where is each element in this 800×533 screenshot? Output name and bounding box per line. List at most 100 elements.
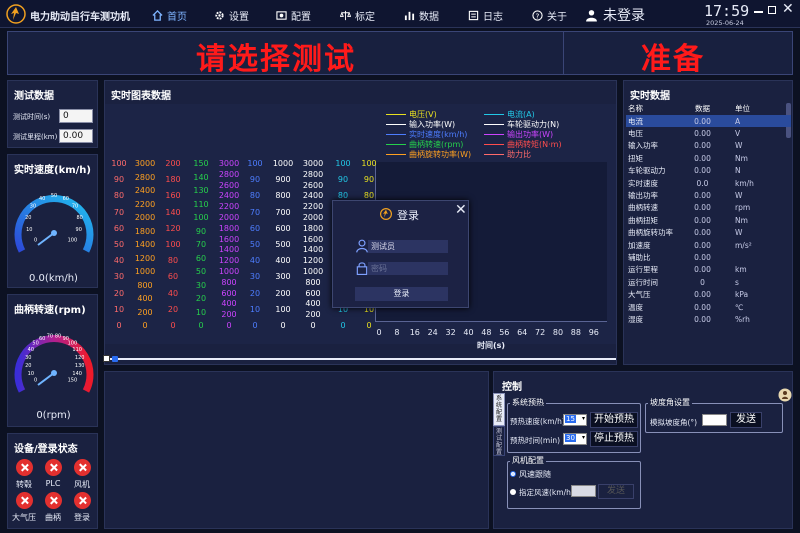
timeline-start-handle[interactable] [103, 355, 110, 362]
table-cell: 电流 [628, 116, 643, 126]
password-field[interactable]: 密码 [368, 262, 448, 275]
y-tick-label: 180 [165, 175, 181, 185]
y-tick-label: 3000 [134, 159, 156, 168]
table-row[interactable]: 曲柄扭矩 0.00 Nm [626, 214, 791, 226]
close-icon[interactable]: ✕ [455, 203, 467, 217]
table-row[interactable]: 辅助比 0.00 [626, 251, 791, 263]
table-cell: A [735, 116, 741, 126]
y-tick-label: 200 [305, 310, 321, 320]
status-fan: 风机 [69, 459, 95, 490]
test-time-field[interactable]: 0 [59, 109, 93, 123]
fan-send-button[interactable]: 发送 [598, 484, 634, 499]
username-field[interactable]: 测试员 [368, 240, 448, 253]
slope-send-button[interactable]: 发送 [730, 412, 762, 428]
gauge-tick-label: 100 [68, 341, 78, 347]
gauge-tick-label: 80 [76, 215, 82, 221]
status-pressure: 大气压 [11, 492, 37, 523]
pin-icon[interactable] [778, 388, 792, 402]
chevron-down-icon: ▾ [581, 434, 585, 441]
table-row[interactable]: 实时速度 0.0 km/h [626, 177, 791, 189]
nav-config[interactable]: 配置 [276, 8, 311, 23]
y-tick-label: 80 [113, 191, 125, 201]
table-row[interactable]: 温度 0.00 ℃ [626, 301, 791, 313]
table-row[interactable]: 电压 0.00 V [626, 127, 791, 139]
table-row[interactable]: 湿度 0.00 %rh [626, 313, 791, 325]
y-tick-label: 1000 [134, 267, 156, 276]
login-submit-button[interactable]: 登录 [355, 287, 448, 301]
table-cell: 温度 [628, 302, 643, 312]
minimize-button[interactable] [754, 11, 763, 13]
stop-preheat-button[interactable]: 停止预热 [590, 431, 638, 447]
y-tick-label: 100 [247, 159, 263, 168]
y-tick-label: 200 [165, 159, 181, 168]
legend-swatch [484, 154, 504, 155]
speed-gauge: 010 20 3040 50 6070 80 90 100 [14, 193, 94, 253]
preheat-time-select[interactable]: 30 ▾ [563, 433, 587, 445]
y-tick-label: 30 [195, 280, 207, 290]
table-cell: 0.00 [694, 240, 711, 250]
nav-about[interactable]: ? 关于 [532, 8, 567, 23]
table-cell: Nm [735, 215, 748, 225]
table-cell: 0.00 [694, 191, 711, 201]
fan-fixed-radio[interactable] [510, 489, 516, 495]
fan-follow-radio[interactable] [510, 471, 516, 477]
nav-home[interactable]: 首页 [152, 8, 187, 23]
table-cell: 实时速度 [628, 178, 658, 188]
tab-test-config[interactable]: 测试配置 [493, 426, 505, 456]
y-tick-label: 0 [198, 321, 204, 330]
table-row[interactable]: 运行时间 0 s [626, 276, 791, 288]
table-row[interactable]: 曲柄旋转功率 0.00 W [626, 227, 791, 239]
bar-chart-icon [404, 11, 415, 21]
crank-gauge: 0102030405060 70 80 90100110120130140150 [14, 333, 94, 393]
y-tick-label: 2000 [218, 213, 240, 222]
y-tick-label: 100 [111, 159, 127, 168]
table-cell: 0.00 [694, 203, 711, 213]
y-tick-label: 40 [113, 256, 125, 266]
nav-data[interactable]: 数据 [404, 8, 439, 23]
y-tick-label: 1800 [134, 226, 156, 236]
status-drum: 转毂 [11, 459, 37, 490]
table-row[interactable]: 电流 0.00 A [626, 115, 791, 128]
y-tick-label: 10 [195, 307, 207, 317]
y-tick-label: 2200 [302, 202, 324, 212]
nav-settings[interactable]: 设置 [214, 8, 249, 23]
table-row[interactable]: 输入功率 0.00 W [626, 140, 791, 152]
y-tick-label: 2800 [302, 169, 324, 179]
gauge-tick-label: 60 [63, 196, 69, 202]
table-cell: 0.00 [694, 116, 711, 126]
maximize-button[interactable] [768, 6, 776, 14]
table-cell: 0.00 [694, 302, 711, 312]
table-row[interactable]: 加速度 0.00 m/s² [626, 239, 791, 251]
timeline-handle[interactable] [112, 356, 118, 362]
preheat-speed-select[interactable]: 15 ▾ [563, 414, 587, 426]
close-button[interactable]: ✕ [782, 1, 794, 17]
start-preheat-button[interactable]: 开始预热 [590, 412, 638, 428]
y-tick-label: 60 [249, 223, 261, 233]
y-tick-label: 400 [305, 299, 321, 309]
nav-calibration[interactable]: 标定 [340, 8, 375, 23]
gauge-tick-label: 20 [25, 363, 31, 369]
clock-time: 17:59 [704, 2, 750, 20]
fan-group-label: 风机配置 [510, 455, 546, 466]
table-row[interactable]: 车轮驱动力 0.00 N [626, 165, 791, 177]
table-row[interactable]: 曲柄转速 0.00 rpm [626, 202, 791, 214]
login-status[interactable]: 未登录 [585, 5, 645, 25]
table-row[interactable]: 扭矩 0.00 Nm [626, 152, 791, 164]
nav-log[interactable]: 日志 [468, 8, 503, 23]
y-tick-label: 200 [221, 310, 237, 320]
tab-system-config[interactable]: 系统配置 [493, 393, 505, 426]
table-cell: 0.00 [694, 290, 711, 300]
test-distance-field[interactable]: 0.00 [59, 129, 93, 143]
table-row[interactable]: 运行里程 0.00 km [626, 264, 791, 276]
fan-speed-input[interactable] [571, 485, 596, 497]
legend-item: 曲柄旋转功率(W) [386, 149, 471, 160]
gauge-tick-label: 50 [51, 193, 57, 199]
table-cell: 输入功率 [628, 141, 658, 151]
y-tick-label: 600 [275, 223, 291, 233]
table-row[interactable]: 大气压 0.00 kPa [626, 289, 791, 301]
table-cell: 曲柄扭矩 [628, 215, 658, 225]
slope-input[interactable] [702, 414, 727, 426]
table-row[interactable]: 输出功率 0.00 W [626, 189, 791, 201]
y-tick-label: 0 [310, 321, 316, 330]
timeline-track [104, 358, 616, 360]
